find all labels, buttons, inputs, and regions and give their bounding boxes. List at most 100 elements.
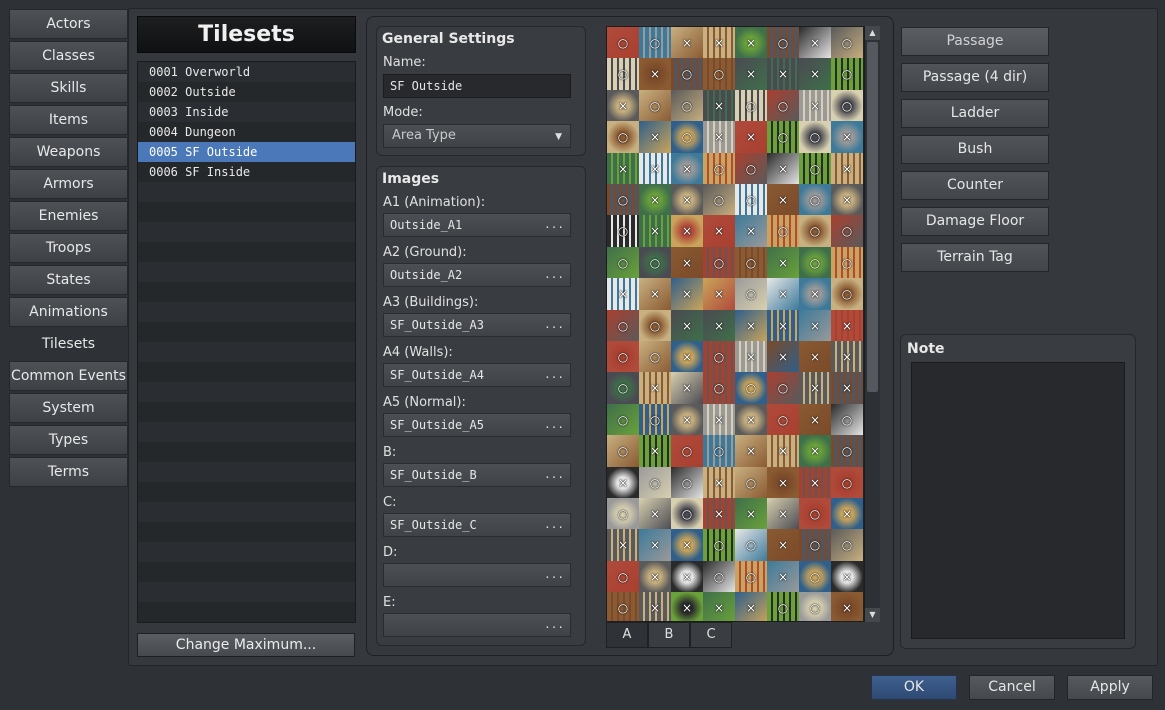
tile[interactable]: ○ — [767, 89, 799, 122]
tile[interactable]: × — [831, 592, 863, 621]
ok-button[interactable]: OK — [871, 675, 957, 700]
tile[interactable]: × — [639, 372, 671, 405]
tile-palette-scrollbar[interactable]: ▲ ▼ — [864, 26, 880, 622]
category-tab-animations[interactable]: Animations — [9, 297, 128, 327]
tile[interactable]: × — [671, 529, 703, 562]
tile[interactable]: × — [671, 560, 703, 593]
tile[interactable]: × — [607, 89, 639, 122]
category-tab-states[interactable]: States — [9, 265, 128, 295]
tile[interactable]: × — [799, 58, 831, 91]
tileset-list-item[interactable]: 0001 Overworld — [138, 62, 355, 82]
tile[interactable]: × — [735, 403, 767, 436]
name-field[interactable]: SF Outside — [383, 74, 571, 98]
tileset-list-item[interactable]: 0005 SF Outside — [138, 142, 355, 162]
tile[interactable]: × — [767, 278, 799, 311]
flag-button-passage[interactable]: Passage — [901, 27, 1049, 56]
tile[interactable]: × — [671, 372, 703, 405]
tile[interactable]: × — [735, 435, 767, 468]
tile[interactable]: × — [703, 498, 735, 530]
flag-button-terrain-tag[interactable]: Terrain Tag — [901, 243, 1049, 272]
tile[interactable]: ○ — [607, 58, 639, 91]
tile[interactable]: × — [639, 215, 671, 248]
apply-button[interactable]: Apply — [1067, 675, 1153, 700]
tile[interactable]: ○ — [607, 27, 639, 59]
scroll-down-arrow-icon[interactable]: ▼ — [865, 608, 880, 622]
tile[interactable]: × — [703, 215, 735, 248]
tile[interactable]: × — [799, 27, 831, 59]
flag-button-bush[interactable]: Bush — [901, 135, 1049, 164]
category-tab-weapons[interactable]: Weapons — [9, 137, 128, 167]
tile[interactable]: × — [639, 498, 671, 530]
tile[interactable]: × — [639, 435, 671, 468]
category-tab-items[interactable]: Items — [9, 105, 128, 135]
category-tab-common-events[interactable]: Common Events — [9, 361, 128, 391]
tile[interactable]: × — [703, 121, 735, 154]
tile[interactable]: ○ — [639, 89, 671, 122]
tile[interactable]: × — [703, 466, 735, 499]
tile[interactable]: ○ — [799, 121, 831, 154]
change-maximum-button[interactable]: Change Maximum... — [137, 633, 355, 657]
tile[interactable]: × — [671, 309, 703, 342]
category-tab-skills[interactable]: Skills — [9, 73, 128, 103]
tile[interactable]: × — [799, 435, 831, 468]
tile[interactable]: × — [671, 27, 703, 59]
tile[interactable]: ○ — [831, 529, 863, 562]
tile[interactable]: ○ — [735, 246, 767, 279]
tile[interactable]: ○ — [671, 466, 703, 499]
tile-tab-a[interactable]: A — [606, 622, 648, 648]
tile[interactable]: ○ — [799, 152, 831, 185]
tile[interactable]: × — [799, 278, 831, 311]
tile[interactable]: ○ — [831, 215, 863, 248]
tile[interactable]: ○ — [671, 121, 703, 154]
tileset-list[interactable]: 0001 Overworld 0002 Outside 0003 Inside 000… — [137, 61, 356, 623]
tile[interactable]: ○ — [799, 215, 831, 248]
category-tab-enemies[interactable]: Enemies — [9, 201, 128, 231]
tile[interactable]: ○ — [607, 184, 639, 216]
tile[interactable]: × — [735, 498, 767, 530]
tile[interactable]: × — [703, 89, 735, 122]
tile[interactable]: × — [671, 341, 703, 373]
image-slot-picker[interactable]: SF_Outside_A4... — [383, 363, 571, 387]
tile[interactable]: ○ — [831, 278, 863, 311]
tile[interactable]: × — [703, 27, 735, 59]
tile[interactable]: × — [735, 341, 767, 373]
tile[interactable]: × — [639, 184, 671, 216]
tile[interactable]: ○ — [831, 246, 863, 279]
tile[interactable]: × — [799, 372, 831, 405]
tile[interactable]: ○ — [607, 121, 639, 154]
tile[interactable]: ○ — [703, 341, 735, 373]
tile[interactable]: × — [831, 152, 863, 185]
tile[interactable]: × — [767, 560, 799, 593]
tile[interactable]: ○ — [639, 341, 671, 373]
tile[interactable]: × — [639, 529, 671, 562]
tile[interactable]: ○ — [671, 58, 703, 91]
category-tab-troops[interactable]: Troops — [9, 233, 128, 263]
tile[interactable]: × — [831, 560, 863, 593]
tile[interactable]: × — [607, 278, 639, 311]
tile[interactable]: ○ — [735, 89, 767, 122]
tile[interactable]: ○ — [831, 27, 863, 59]
tile[interactable]: ○ — [831, 403, 863, 436]
tileset-list-item[interactable]: 0004 Dungeon — [138, 122, 355, 142]
tile[interactable]: ○ — [671, 498, 703, 530]
category-tab-classes[interactable]: Classes — [9, 41, 128, 71]
tile[interactable]: ○ — [767, 27, 799, 59]
tile[interactable]: ○ — [671, 89, 703, 122]
image-slot-picker[interactable]: ... — [383, 563, 571, 587]
scroll-up-arrow-icon[interactable]: ▲ — [865, 26, 880, 40]
tile[interactable]: × — [767, 246, 799, 279]
cancel-button[interactable]: Cancel — [969, 675, 1055, 700]
tile[interactable]: ○ — [607, 435, 639, 468]
tile-palette[interactable]: ○ ○ × × × ○ × ○ ○ × ○ ○ × × × ○ × ○ ○ × ○ ○ × ○ ○ × ○ × × ○ ○ × × × × ○ ○ × ○ ×… — [606, 26, 880, 622]
tile-tab-c[interactable]: C — [690, 622, 732, 648]
tile[interactable]: ○ — [735, 372, 767, 405]
category-tab-types[interactable]: Types — [9, 425, 128, 455]
tile[interactable]: × — [639, 278, 671, 311]
tile[interactable]: ○ — [767, 121, 799, 154]
image-slot-picker[interactable]: SF_Outside_A3... — [383, 313, 571, 337]
tile[interactable]: ○ — [735, 184, 767, 216]
tile[interactable]: ○ — [767, 215, 799, 248]
tile[interactable]: × — [735, 121, 767, 154]
tile[interactable]: ○ — [703, 58, 735, 91]
tile[interactable]: ○ — [831, 435, 863, 468]
